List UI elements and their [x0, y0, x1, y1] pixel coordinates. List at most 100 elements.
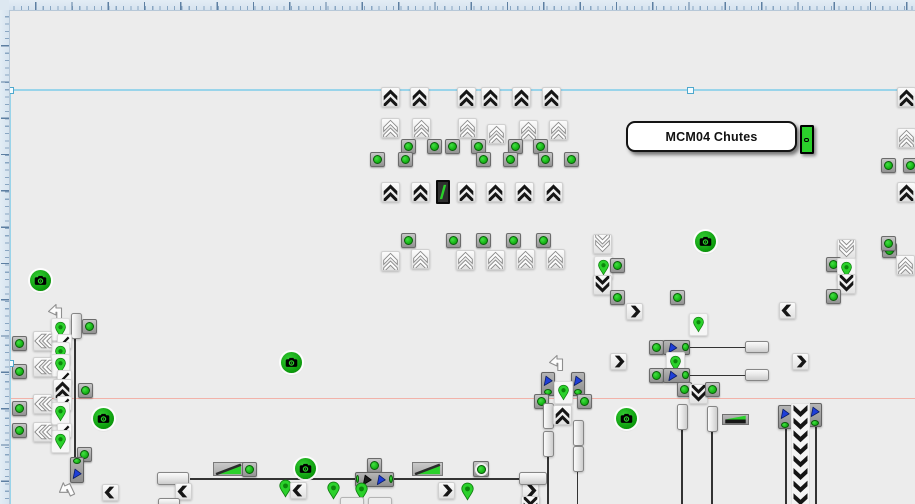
black-chevron-up-icon[interactable] [542, 87, 561, 107]
ramp-indicator[interactable] [213, 462, 244, 476]
mcm04-chutes-button[interactable]: MCM04 Chutes [626, 121, 797, 152]
black-chevron-up-icon[interactable] [897, 182, 915, 202]
flag-status-tile[interactable] [541, 372, 555, 396]
white-chevron-left-icon[interactable] [33, 394, 52, 414]
arrow-left-icon[interactable] [779, 302, 796, 319]
guide-line-red[interactable] [9, 398, 915, 400]
status-dot[interactable] [503, 152, 518, 167]
cylinder-shape[interactable] [71, 313, 82, 339]
camera-icon[interactable] [281, 352, 302, 373]
white-chevron-up-icon[interactable] [487, 124, 506, 144]
location-pin-icon[interactable] [689, 313, 708, 336]
cylinder-shape[interactable] [158, 498, 180, 504]
camera-icon[interactable] [695, 231, 716, 252]
cylinder-shape[interactable] [543, 403, 554, 429]
status-dot[interactable] [82, 319, 97, 334]
chevron-flow-strip[interactable] [792, 404, 809, 504]
black-chevron-up-icon[interactable] [457, 87, 476, 107]
black-chevron-up-icon[interactable] [381, 87, 400, 107]
white-chevron-up-icon[interactable] [456, 250, 475, 270]
status-dot[interactable] [427, 139, 442, 154]
status-dot[interactable] [649, 368, 664, 383]
flag-status-tile[interactable] [663, 368, 690, 383]
status-dot[interactable] [538, 152, 553, 167]
status-dot[interactable] [473, 461, 489, 477]
status-dot[interactable] [577, 394, 592, 409]
status-dot[interactable] [445, 139, 460, 154]
status-dot[interactable] [401, 233, 416, 248]
arrow-left-icon[interactable] [175, 483, 192, 500]
arrow-right-icon[interactable] [610, 353, 627, 370]
black-chevron-up-icon[interactable] [553, 405, 572, 425]
status-dot[interactable] [476, 233, 491, 248]
arrow-left-icon[interactable] [290, 482, 307, 499]
arrow-left-icon[interactable] [102, 484, 119, 501]
status-dot[interactable] [446, 233, 461, 248]
partial-tile[interactable] [368, 497, 392, 504]
camera-icon[interactable] [30, 270, 51, 291]
white-chevron-left-icon[interactable] [33, 422, 52, 442]
ramp-indicator[interactable] [412, 462, 443, 476]
status-dot[interactable] [242, 462, 257, 477]
location-pin-icon[interactable] [460, 482, 475, 501]
camera-icon[interactable] [295, 458, 316, 479]
black-chevron-up-icon[interactable] [897, 87, 915, 107]
status-dot[interactable] [78, 383, 93, 398]
white-chevron-up-icon[interactable] [897, 128, 915, 148]
status-dot[interactable] [12, 364, 27, 379]
white-chevron-up-icon[interactable] [896, 255, 915, 275]
flag-status-tile[interactable] [778, 405, 792, 429]
white-chevron-up-icon[interactable] [411, 249, 430, 269]
status-dot[interactable] [12, 336, 27, 351]
black-chevron-down-icon[interactable] [593, 275, 612, 295]
status-dot[interactable] [506, 233, 521, 248]
status-dot[interactable] [610, 258, 625, 273]
black-chevron-up-icon[interactable] [457, 182, 476, 202]
status-dot[interactable] [476, 152, 491, 167]
white-chevron-up-icon[interactable] [486, 250, 505, 270]
cylinder-shape[interactable] [543, 431, 554, 457]
white-chevron-up-icon[interactable] [519, 120, 538, 140]
gate-position-indicator[interactable] [436, 180, 450, 204]
white-chevron-left-icon[interactable] [33, 357, 52, 377]
black-chevron-up-icon[interactable] [486, 182, 505, 202]
flag-status-tile[interactable] [808, 403, 822, 427]
black-chevron-down-icon[interactable] [521, 496, 540, 504]
camera-icon[interactable] [93, 408, 114, 429]
white-chevron-up-icon[interactable] [458, 118, 477, 138]
status-dot[interactable] [903, 158, 915, 173]
black-chevron-up-icon[interactable] [381, 182, 400, 202]
white-chevron-up-icon[interactable] [516, 249, 535, 269]
black-chevron-up-icon[interactable] [481, 87, 500, 107]
ramp-indicator[interactable] [722, 414, 749, 425]
status-dot[interactable] [564, 152, 579, 167]
location-pin-icon[interactable] [51, 402, 70, 425]
turn-arrow-icon[interactable] [57, 480, 79, 501]
black-chevron-up-icon[interactable] [411, 182, 430, 202]
status-dot[interactable] [881, 158, 896, 173]
status-dot[interactable] [826, 289, 841, 304]
camera-icon[interactable] [616, 408, 637, 429]
black-chevron-up-icon[interactable] [512, 87, 531, 107]
cylinder-shape[interactable] [573, 446, 584, 472]
white-chevron-up-icon[interactable] [549, 120, 568, 140]
arrow-right-icon[interactable] [792, 353, 809, 370]
status-dot[interactable] [398, 152, 413, 167]
status-dot[interactable] [12, 423, 27, 438]
cylinder-shape[interactable] [707, 406, 718, 432]
status-dot[interactable] [705, 382, 720, 397]
status-dot[interactable] [610, 290, 625, 305]
arrow-right-icon[interactable] [626, 303, 643, 320]
status-dot[interactable] [536, 233, 551, 248]
cylinder-shape[interactable] [745, 369, 769, 381]
status-dot[interactable] [12, 401, 27, 416]
status-dot[interactable] [367, 458, 382, 473]
cylinder-shape[interactable] [519, 472, 547, 485]
selection-handle[interactable] [687, 87, 694, 94]
location-pin-icon[interactable] [554, 381, 573, 404]
cylinder-shape[interactable] [745, 341, 769, 353]
status-dot[interactable] [370, 152, 385, 167]
door-indicator[interactable] [800, 125, 814, 154]
black-chevron-up-icon[interactable] [544, 182, 563, 202]
white-chevron-up-icon[interactable] [381, 251, 400, 271]
